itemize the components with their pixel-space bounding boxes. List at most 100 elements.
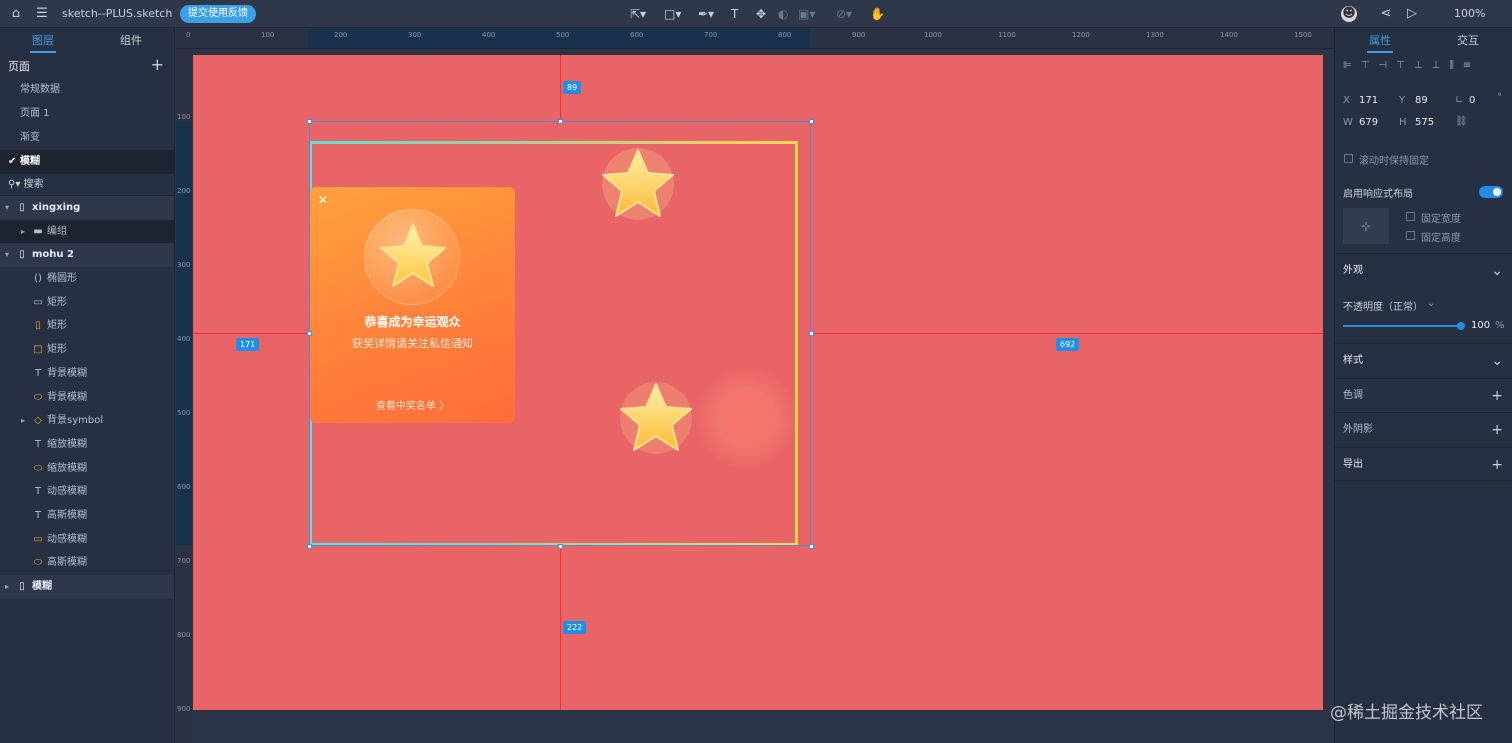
layer-item[interactable]: () 椭圆形 — [0, 267, 174, 291]
pages-header: 页面 + — [0, 52, 174, 78]
selection-box[interactable] — [309, 121, 811, 546]
distance-label-left: 171 — [236, 338, 260, 351]
resize-handle[interactable] — [307, 544, 312, 549]
opacity-slider[interactable] — [1343, 322, 1465, 330]
page-item[interactable]: 常规数据 — [0, 78, 174, 102]
layer-item[interactable]: □ 矩形 — [0, 338, 174, 362]
component-tool-icon[interactable]: ✥ — [756, 5, 766, 23]
add-page-icon[interactable]: + — [151, 55, 164, 74]
feedback-button[interactable]: 提交使用反馈 — [180, 5, 256, 23]
section-shadow[interactable]: 外阴影 + — [1335, 412, 1512, 446]
fixed-height-checkbox[interactable] — [1406, 231, 1415, 240]
hotspot-tool-icon[interactable]: ⊘▾ — [836, 5, 852, 23]
layer-item[interactable]: ▸ ◇ 背景symbol — [0, 409, 174, 433]
layer-artboard-xingxing[interactable]: ▾ ▯ xingxing — [0, 196, 174, 220]
slider-knob[interactable] — [1457, 322, 1465, 330]
layer-item[interactable]: T 缩放模糊 — [0, 433, 174, 457]
chevron-down-icon[interactable]: ⌄ — [1491, 254, 1503, 288]
height-field[interactable]: 575 — [1415, 117, 1434, 128]
fixed-scroll-checkbox[interactable] — [1344, 154, 1353, 163]
export-tool-icon[interactable]: ⇱▾ — [630, 5, 646, 23]
page-item[interactable]: 页面 1 — [0, 102, 174, 126]
home-icon[interactable]: ⌂ — [8, 6, 24, 22]
section-style[interactable]: 样式 ⌄ — [1335, 343, 1512, 377]
resize-handle[interactable] — [307, 119, 312, 124]
resize-handle[interactable] — [307, 331, 312, 336]
tab-components[interactable]: 组件 — [120, 32, 142, 48]
resize-handle[interactable] — [809, 119, 814, 124]
boolean-tool-icon[interactable]: ▣▾ — [798, 5, 815, 23]
chevron-down-icon[interactable]: ⌄ — [1427, 298, 1435, 309]
section-export[interactable]: 导出 + — [1335, 447, 1512, 481]
constraint-widget[interactable]: ⊹ — [1343, 208, 1389, 244]
layer-item[interactable]: ⬭ 缩放模糊 — [0, 457, 174, 481]
tab-interactions[interactable]: 交互 — [1457, 32, 1479, 48]
width-field[interactable]: 679 — [1359, 117, 1378, 128]
collapse-arrow-icon[interactable]: ▾ — [2, 196, 12, 220]
rotation-field[interactable]: 0 — [1469, 95, 1475, 106]
degree-icon: ° — [1497, 92, 1502, 103]
layer-name: mohu 2 — [32, 249, 74, 261]
add-icon[interactable]: + — [1491, 448, 1503, 482]
fixed-height-label: 固定高度 — [1421, 233, 1461, 244]
menu-icon[interactable]: ☰ — [34, 6, 50, 22]
mask-tool-icon[interactable]: ◐ — [778, 5, 788, 23]
layer-artboard-mohu[interactable]: ▸ ▯ 模糊 — [0, 575, 174, 599]
layer-search[interactable]: ⚲▾ 搜索 — [0, 174, 174, 196]
ruler-label: 700 — [177, 557, 191, 565]
layer-item[interactable]: ⬭ 高斯模糊 — [0, 551, 174, 575]
page-item[interactable]: 渐变 — [0, 126, 174, 150]
ruler-label: 500 — [177, 409, 191, 417]
page-item-active[interactable]: ✔ 模糊 — [0, 150, 174, 174]
zoom-level[interactable]: 100% — [1454, 7, 1485, 20]
share-icon[interactable]: ⋖ — [1378, 6, 1394, 22]
resize-handle[interactable] — [809, 544, 814, 549]
layer-item[interactable]: ▭ 矩形 — [0, 291, 174, 315]
layer-item[interactable]: ▭ 动感模糊 — [0, 528, 174, 552]
layer-artboard-mohu2[interactable]: ▾ ▯ mohu 2 — [0, 243, 174, 268]
section-color-tone[interactable]: 色调 + — [1335, 378, 1512, 412]
chevron-down-icon[interactable]: ⌄ — [1491, 344, 1503, 378]
text-tool-icon[interactable]: T — [731, 5, 738, 23]
lock-ratio-icon[interactable]: ⛓ — [1455, 116, 1468, 127]
add-icon[interactable]: + — [1491, 379, 1503, 413]
layer-item[interactable]: T 动感模糊 — [0, 480, 174, 504]
layer-folder[interactable]: ▸ ▬ 编组 — [0, 219, 174, 244]
expand-arrow-icon[interactable]: ▸ — [18, 409, 28, 433]
resize-handle[interactable] — [809, 331, 814, 336]
layer-item[interactable]: T 高斯模糊 — [0, 504, 174, 528]
section-appearance-label: 外观 — [1343, 265, 1363, 276]
align-toolbar[interactable]: ⊫⊤⊣⊤⊥⊥⫼≡ — [1343, 60, 1508, 74]
tab-properties[interactable]: 属性 — [1367, 32, 1393, 53]
expand-arrow-icon[interactable]: ▸ — [18, 220, 28, 244]
resize-handle[interactable] — [558, 544, 563, 549]
responsive-toggle[interactable] — [1479, 186, 1503, 198]
expand-arrow-icon[interactable]: ▸ — [2, 575, 12, 599]
opacity-value[interactable]: 100 — [1471, 320, 1490, 331]
ruler-label: 300 — [408, 31, 422, 39]
y-field[interactable]: 89 — [1415, 95, 1428, 106]
section-appearance[interactable]: 外观 ⌄ — [1335, 253, 1512, 287]
layer-name: 矩形 — [47, 296, 67, 308]
collapse-arrow-icon[interactable]: ▾ — [2, 243, 12, 267]
x-field[interactable]: 171 — [1359, 95, 1378, 106]
layer-item[interactable]: ▯ 矩形 — [0, 314, 174, 338]
layer-name: 背景模糊 — [47, 391, 87, 403]
text-icon: T — [34, 509, 42, 521]
fixed-width-checkbox[interactable] — [1406, 212, 1415, 221]
pen-tool-icon[interactable]: ✒▾ — [698, 5, 714, 23]
shape-tool-icon[interactable]: □▾ — [664, 5, 681, 23]
tab-layers[interactable]: 图层 — [30, 32, 56, 53]
avatar[interactable]: ☻ — [1341, 6, 1357, 22]
hand-tool-icon[interactable]: ✋ — [870, 5, 885, 23]
layer-item[interactable]: ⬭ 背景模糊 — [0, 386, 174, 410]
resize-handle[interactable] — [558, 119, 563, 124]
layer-item[interactable]: T 背景模糊 — [0, 362, 174, 386]
artboard-icon: ▯ — [19, 249, 25, 261]
layer-name: 矩形 — [47, 320, 67, 332]
add-icon[interactable]: + — [1491, 413, 1503, 447]
layers-panel: 图层 组件 页面 + 常规数据 页面 1 渐变 ✔ 模糊 ⚲▾ 搜索 ▾ ▯ x… — [0, 28, 175, 743]
preview-play-icon[interactable]: ▷ — [1404, 6, 1420, 22]
ruler-label: 1100 — [998, 31, 1016, 39]
h-label: H — [1399, 117, 1407, 128]
